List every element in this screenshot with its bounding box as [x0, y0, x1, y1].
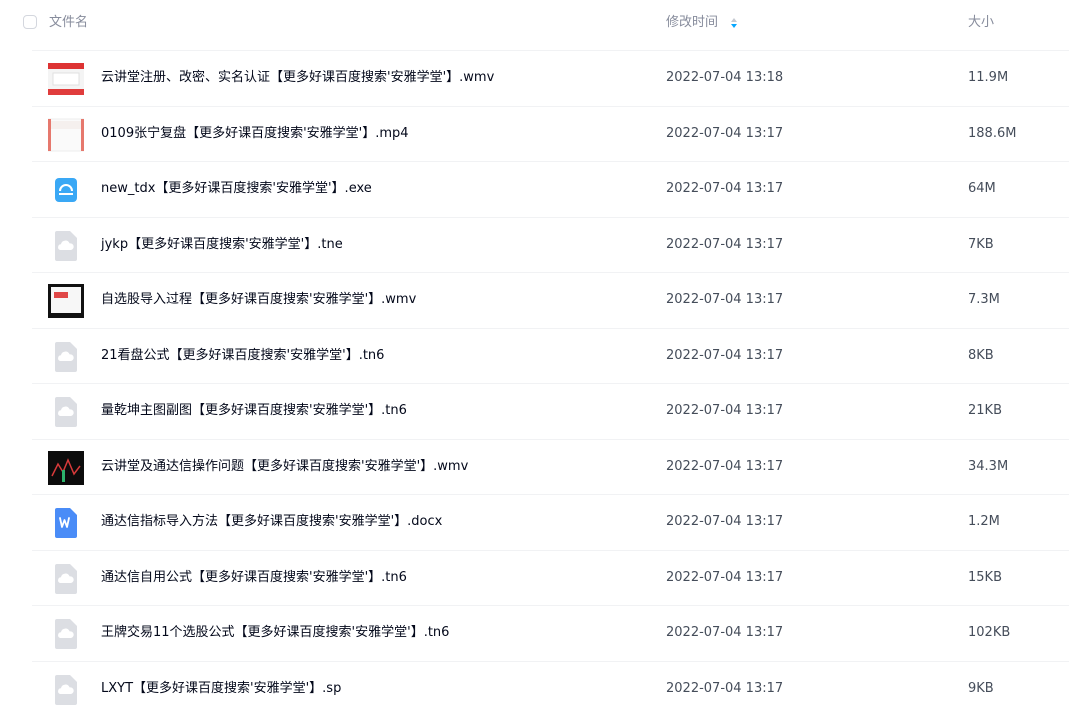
file-row[interactable]: 0109张宁复盘【更多好课百度搜索'安雅学堂'】.mp4 2022-07-04 1…	[32, 106, 1069, 161]
file-list-header: 文件名 修改时间 大小	[0, 0, 1069, 48]
file-row[interactable]: LXYT【更多好课百度搜索'安雅学堂'】.sp 2022-07-04 13:17 9…	[32, 661, 1069, 716]
cloud-file-icon	[48, 561, 84, 597]
cloud-file-icon	[48, 228, 84, 264]
file-name[interactable]: 通达信自用公式【更多好课百度搜索'安雅学堂'】.tn6	[101, 569, 407, 587]
file-row[interactable]: 云讲堂及通达信操作问题【更多好课百度搜索'安雅学堂'】.wmv 2022-07-0…	[32, 439, 1069, 494]
file-size: 7.3M	[968, 292, 1000, 307]
file-modified-time: 2022-07-04 13:17	[666, 681, 784, 696]
word-file-icon	[48, 505, 84, 541]
cloud-file-icon	[48, 672, 84, 708]
sort-icon[interactable]	[729, 16, 739, 30]
file-name[interactable]: jykp【更多好课百度搜索'安雅学堂'】.tne	[101, 236, 343, 254]
column-header-modified-time[interactable]: 修改时间	[666, 14, 718, 32]
file-modified-time: 2022-07-04 13:17	[666, 514, 784, 529]
cloud-file-icon	[48, 616, 84, 652]
file-modified-time: 2022-07-04 13:17	[666, 126, 784, 141]
file-name[interactable]: 云讲堂注册、改密、实名认证【更多好课百度搜索'安雅学堂'】.wmv	[101, 69, 494, 87]
file-row[interactable]: 通达信指标导入方法【更多好课百度搜索'安雅学堂'】.docx 2022-07-04…	[32, 494, 1069, 549]
file-modified-time: 2022-07-04 13:18	[666, 70, 784, 85]
file-row[interactable]: 21看盘公式【更多好课百度搜索'安雅学堂'】.tn6 2022-07-04 13:…	[32, 328, 1069, 383]
cloud-file-icon	[48, 394, 84, 430]
file-row[interactable]: jykp【更多好课百度搜索'安雅学堂'】.tne 2022-07-04 13:17…	[32, 217, 1069, 272]
file-name[interactable]: 云讲堂及通达信操作问题【更多好课百度搜索'安雅学堂'】.wmv	[101, 458, 468, 476]
file-row[interactable]: 云讲堂注册、改密、实名认证【更多好课百度搜索'安雅学堂'】.wmv 2022-07…	[32, 50, 1069, 105]
file-row[interactable]: 自选股导入过程【更多好课百度搜索'安雅学堂'】.wmv 2022-07-04 13…	[32, 272, 1069, 327]
file-name[interactable]: 量乾坤主图副图【更多好课百度搜索'安雅学堂'】.tn6	[101, 402, 407, 420]
file-name[interactable]: new_tdx【更多好课百度搜索'安雅学堂'】.exe	[101, 180, 372, 198]
file-name[interactable]: 0109张宁复盘【更多好课百度搜索'安雅学堂'】.mp4	[101, 125, 409, 143]
file-row[interactable]: 量乾坤主图副图【更多好课百度搜索'安雅学堂'】.tn6 2022-07-04 13…	[32, 383, 1069, 438]
file-size: 9KB	[968, 681, 994, 696]
file-row[interactable]: new_tdx【更多好课百度搜索'安雅学堂'】.exe 2022-07-04 13…	[32, 161, 1069, 216]
file-modified-time: 2022-07-04 13:17	[666, 570, 784, 585]
file-modified-time: 2022-07-04 13:17	[666, 181, 784, 196]
cloud-file-icon	[48, 339, 84, 375]
file-name[interactable]: 通达信指标导入方法【更多好课百度搜索'安雅学堂'】.docx	[101, 513, 442, 531]
video-thumbnail-icon	[48, 61, 84, 97]
file-size: 15KB	[968, 570, 1002, 585]
file-modified-time: 2022-07-04 13:17	[666, 403, 784, 418]
file-name[interactable]: LXYT【更多好课百度搜索'安雅学堂'】.sp	[101, 680, 341, 698]
file-name[interactable]: 王牌交易11个选股公式【更多好课百度搜索'安雅学堂'】.tn6	[101, 624, 449, 642]
video-thumbnail-icon	[48, 450, 84, 486]
file-size: 1.2M	[968, 514, 1000, 529]
file-row[interactable]: 王牌交易11个选股公式【更多好课百度搜索'安雅学堂'】.tn6 2022-07-0…	[32, 605, 1069, 660]
video-thumbnail-icon	[47, 117, 85, 153]
file-modified-time: 2022-07-04 13:17	[666, 237, 784, 252]
exe-file-icon	[48, 172, 84, 208]
file-size: 8KB	[968, 348, 994, 363]
file-size: 188.6M	[968, 126, 1017, 141]
file-modified-time: 2022-07-04 13:17	[666, 292, 784, 307]
file-size: 34.3M	[968, 459, 1009, 474]
file-row[interactable]: 通达信自用公式【更多好课百度搜索'安雅学堂'】.tn6 2022-07-04 13…	[32, 550, 1069, 605]
file-modified-time: 2022-07-04 13:17	[666, 348, 784, 363]
column-header-name[interactable]: 文件名	[49, 14, 88, 32]
column-header-size[interactable]: 大小	[968, 14, 994, 32]
video-thumbnail-icon	[48, 283, 84, 319]
file-modified-time: 2022-07-04 13:17	[666, 459, 784, 474]
file-name[interactable]: 自选股导入过程【更多好课百度搜索'安雅学堂'】.wmv	[101, 291, 416, 309]
select-all-checkbox[interactable]	[23, 15, 37, 29]
file-name[interactable]: 21看盘公式【更多好课百度搜索'安雅学堂'】.tn6	[101, 347, 384, 365]
file-size: 102KB	[968, 625, 1011, 640]
file-size: 7KB	[968, 237, 994, 252]
file-modified-time: 2022-07-04 13:17	[666, 625, 784, 640]
file-size: 21KB	[968, 403, 1002, 418]
file-size: 11.9M	[968, 70, 1009, 85]
file-size: 64M	[968, 181, 996, 196]
